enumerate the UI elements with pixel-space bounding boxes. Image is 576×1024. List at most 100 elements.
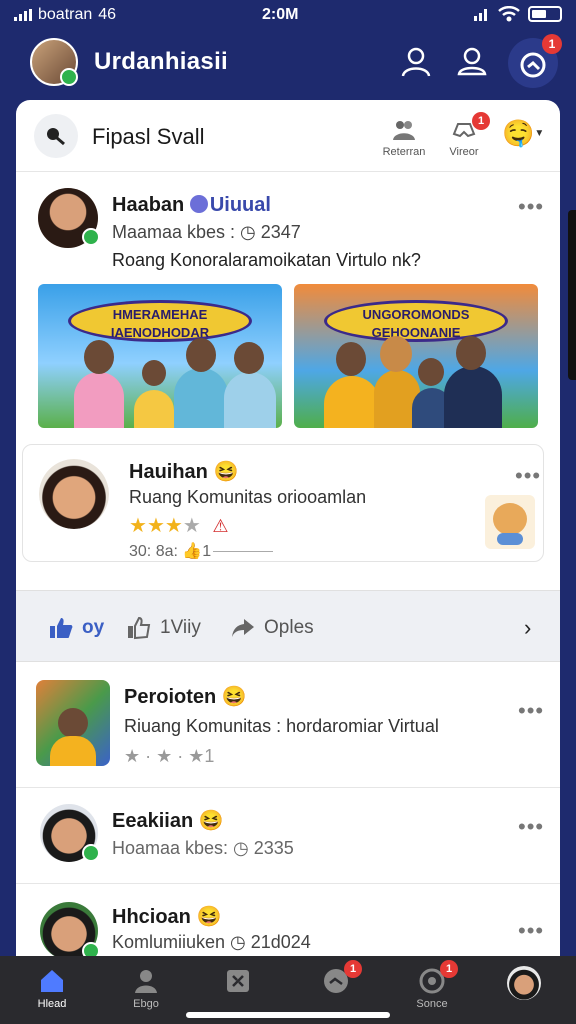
scroll-edge: [568, 210, 576, 380]
status-left: boatran 46: [14, 6, 116, 24]
status-right: [474, 6, 562, 22]
person-head: [336, 342, 366, 376]
star-filled-icon: ★: [164, 515, 183, 537]
review-card[interactable]: Hauihan 😆 ••• Ruang Komunitas oriooamlan…: [22, 444, 544, 562]
list-item-avatar[interactable]: [40, 804, 100, 862]
thumbs-up-icon: [50, 618, 73, 638]
warning-icon: ⚠: [212, 516, 229, 536]
comment-icon: [128, 616, 151, 640]
person-head: [142, 360, 166, 386]
vireor-badge: 1: [472, 112, 490, 130]
nav-home[interactable]: Hlead: [22, 966, 82, 1010]
nav-app[interactable]: [208, 966, 268, 998]
list-item[interactable]: Eeakiian 😆 ••• Hoamaa kbes: ◷ 2335: [16, 788, 560, 884]
post-action-bar: oy 1Viiy Oples ›: [16, 590, 560, 662]
app-icon: [227, 970, 249, 992]
review-author-avatar[interactable]: [39, 459, 109, 529]
emoji-reaction-icon[interactable]: 🤤▼: [502, 118, 544, 149]
chevron-right-icon[interactable]: ›: [524, 615, 531, 641]
person-head: [456, 336, 486, 370]
list-item-thumbnail[interactable]: [36, 680, 110, 766]
person-figure: [134, 390, 174, 428]
photo-banner-1: HMERAMEHAE IAENODHODAR: [68, 300, 252, 342]
nav-settings[interactable]: 1 Sonce: [402, 960, 462, 1010]
nav-profile-label: Ebgo: [133, 998, 159, 1010]
bear-face: [493, 503, 527, 535]
online-status-icon: [60, 68, 78, 86]
list-item-more-button[interactable]: •••: [518, 918, 544, 944]
review-more-button[interactable]: •••: [515, 463, 541, 489]
post-photo-2[interactable]: UNGOROMONDS GEHOONANIE: [294, 284, 538, 428]
list-item-footer: ★ · ★ · ★1: [124, 746, 215, 766]
person-head: [380, 336, 412, 372]
online-status-icon: [82, 228, 100, 246]
nav-profile[interactable]: Ebgo: [116, 966, 176, 1010]
profile-icon[interactable]: [398, 44, 434, 80]
reterran-action[interactable]: Reterran: [374, 116, 434, 158]
nav-chat[interactable]: 1: [306, 960, 366, 998]
people-icon: [393, 121, 415, 140]
person-figure: [444, 366, 502, 428]
review-author-text: Hauihan: [129, 461, 208, 483]
list-item-subtitle: Riuang Komunitas : hordaromiar Virtual: [124, 716, 439, 736]
review-author-name[interactable]: Hauihan 😆: [129, 459, 238, 484]
wifi-icon: [498, 6, 520, 22]
tag-icon: [189, 195, 208, 213]
share-button[interactable]: Oples: [230, 615, 314, 641]
vireor-action[interactable]: Vireor 1: [434, 112, 494, 158]
like-label: oy: [82, 617, 105, 638]
dropdown-chevron-icon: ▼: [534, 128, 545, 139]
post-tag-label: Uiuual: [209, 194, 271, 216]
list-item[interactable]: Hhcioan 😆 ••• Komlumiiuken ◷ 21d024: [16, 884, 560, 960]
bear-sticker: [485, 495, 535, 549]
review-footer: 30: 8a: 👍1: [129, 543, 212, 560]
user-avatar[interactable]: [30, 38, 78, 86]
share-icon: [232, 619, 254, 637]
search-button[interactable]: [34, 114, 78, 158]
app-title: Urdanhiasii: [94, 48, 228, 75]
post-tag[interactable]: Uiuual: [189, 194, 271, 216]
list-item-name: Peroioten: [124, 686, 217, 708]
post-more-button[interactable]: •••: [518, 194, 544, 220]
list-item-title: Peroioten 😆: [124, 684, 247, 709]
person-head: [84, 340, 114, 374]
notifications-button[interactable]: 1: [508, 34, 562, 88]
feed-title: Fipasl Svall: [92, 124, 205, 149]
comment-button[interactable]: 1Viiy: [126, 615, 201, 641]
feed-card: Fipasl Svall Reterran Vireor 1 🤤▼ Haaban…: [16, 100, 560, 960]
star-filled-icon: ★: [146, 515, 165, 537]
home-icon: [41, 970, 63, 992]
post-text: Roang Konoralaramoikatan Virtulo nk?: [112, 250, 421, 270]
post-author-text: Haaban: [112, 194, 185, 216]
list-item-name: Hhcioan: [112, 906, 191, 928]
list-item-subtitle: Hoamaa kbes: ◷ 2335: [112, 838, 294, 858]
post-photo-1[interactable]: HMERAMEHAE IAENODHODAR: [38, 284, 282, 428]
home-indicator[interactable]: [186, 1012, 390, 1018]
list-item-more-button[interactable]: •••: [518, 698, 544, 724]
photo-banner-2: UNGOROMONDS GEHOONANIE: [324, 300, 508, 342]
vireor-label: Vireor: [449, 146, 479, 158]
person-head: [186, 338, 216, 372]
post-author-avatar[interactable]: [38, 188, 100, 248]
nav-account[interactable]: [494, 966, 554, 1000]
list-item-subtitle: Komlumiiuken ◷ 21d024: [112, 932, 311, 952]
status-time: 2:0M: [262, 6, 299, 23]
laughing-emoji-icon: 😆: [213, 461, 239, 483]
list-item-avatar[interactable]: [40, 902, 100, 960]
search-icon: [47, 128, 65, 146]
list-item-title: Eeakiian 😆: [112, 808, 224, 833]
like-button[interactable]: oy: [48, 615, 104, 641]
list-item[interactable]: Peroioten 😆 ••• Riuang Komunitas : horda…: [16, 662, 560, 788]
post-author-name[interactable]: Haaban Uiuual: [112, 194, 271, 217]
list-item-more-button[interactable]: •••: [518, 814, 544, 840]
battery-icon: [528, 6, 562, 22]
cellular-icon: [474, 9, 487, 21]
carrier-label: boatran: [38, 6, 93, 23]
person-figure: [224, 372, 276, 428]
app-header: Urdanhiasii 1: [0, 34, 576, 96]
bear-body: [497, 533, 523, 545]
account-icon[interactable]: [454, 44, 490, 80]
divider: [213, 551, 273, 552]
person-figure: [324, 376, 380, 428]
reterran-label: Reterran: [382, 146, 426, 158]
